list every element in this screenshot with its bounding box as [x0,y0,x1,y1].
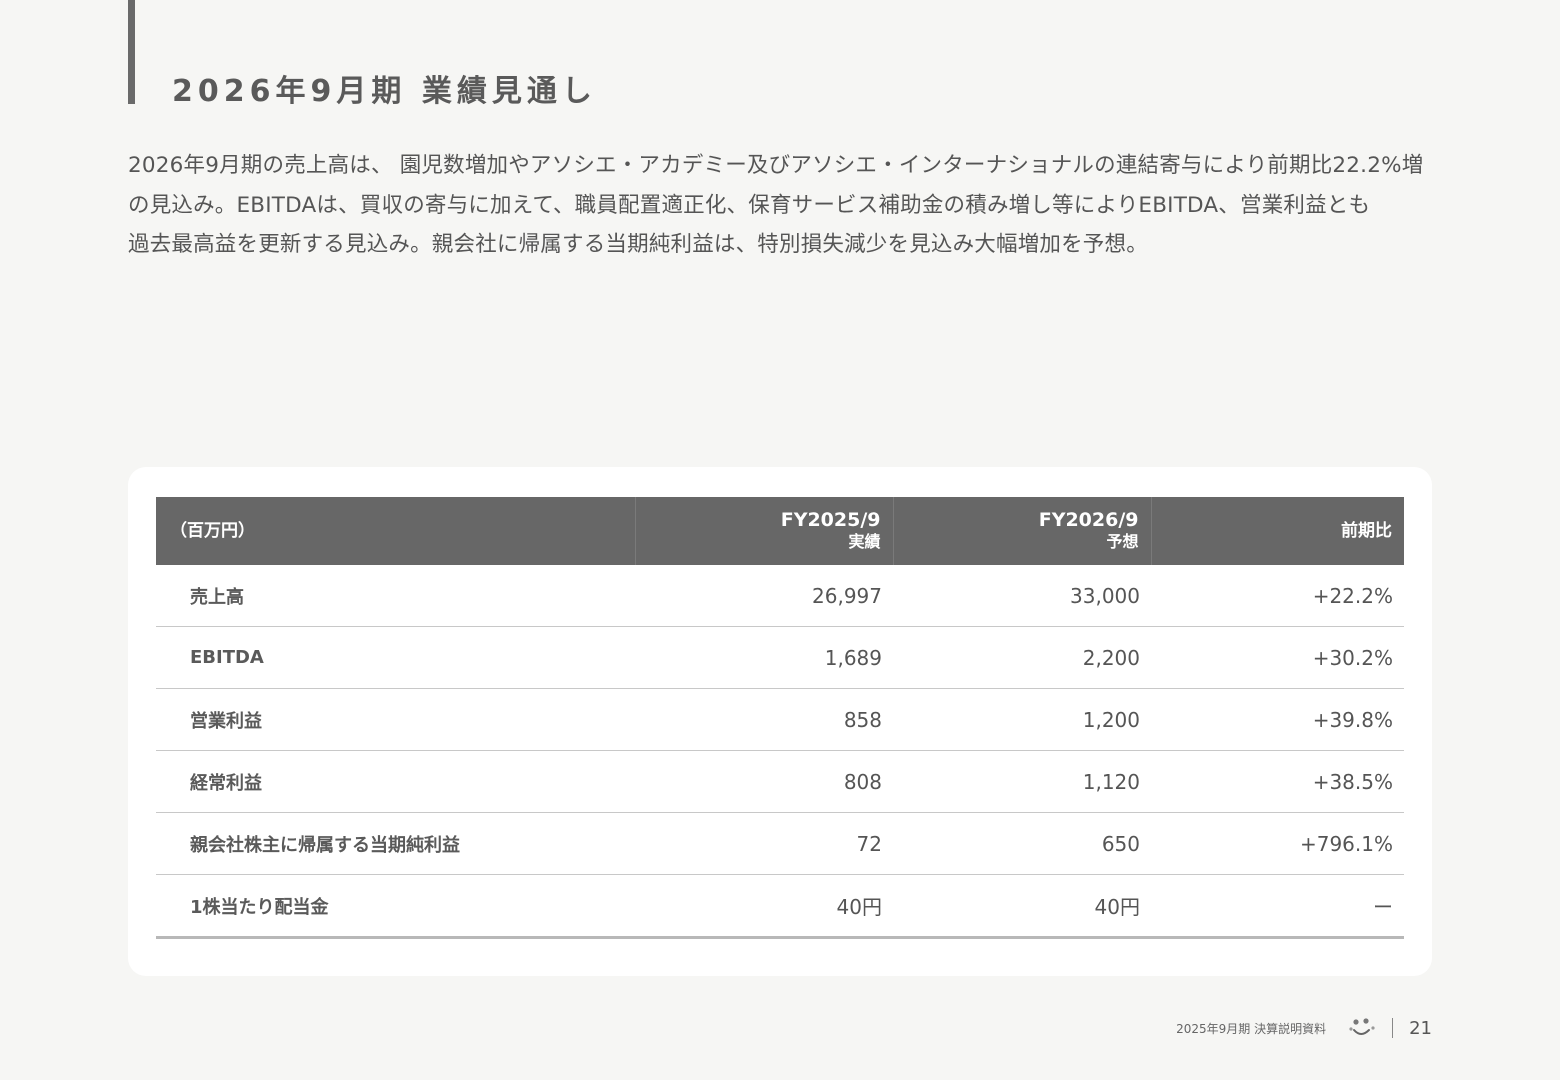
header-change: 前期比 [1150,497,1404,565]
row-fy2026-value: 33,000 [893,565,1151,627]
footer-document-title: 2025年9月期 決算説明資料 [1176,1021,1327,1036]
row-fy2025-value: 26,997 [635,565,893,627]
row-label: 営業利益 [156,688,635,751]
header-fy2025-period: FY2025/9 [780,509,881,531]
row-label: 経常利益 [156,750,635,813]
row-change-value: +22.2% [1151,565,1404,627]
table-row: EBITDA 1,689 2,200 +30.2% [156,626,1404,689]
table-row: 営業利益 858 1,200 +39.8% [156,688,1404,751]
table-row: 親会社株主に帰属する当期純利益 72 650 +796.1% [156,812,1404,875]
header-fy2025-kind: 実績 [848,532,881,551]
row-change-value: +39.8% [1151,688,1404,751]
page-title: 2026年9月期 業績見通し [172,74,597,109]
row-fy2025-value: 72 [635,812,893,875]
header-fy2026-kind: 予想 [1106,532,1139,551]
row-label: 親会社株主に帰属する当期純利益 [156,812,635,875]
row-fy2026-value: 2,200 [893,626,1151,689]
page-number: 21 [1409,1017,1432,1039]
header-fy2026-period: FY2026/9 [1038,509,1139,531]
footer-divider [1392,1018,1394,1038]
table-row: 1株当たり配当金 40円 40円 ー [156,874,1404,939]
header-fy2025: FY2025/9 実績 [634,497,893,565]
row-fy2025-value: 858 [635,688,893,751]
table-row: 経常利益 808 1,120 +38.5% [156,750,1404,813]
header-fy2026: FY2026/9 予想 [892,497,1151,565]
intro-line-1: 2026年9月期の売上高は、 園児数増加やアソシエ・アカデミー及びアソシエ・イン… [128,153,1424,178]
forecast-card: （百万円） FY2025/9 実績 FY2026/9 予想 前期比 売上高 26… [128,467,1432,976]
row-label: 1株当たり配当金 [156,874,635,939]
forecast-table: （百万円） FY2025/9 実績 FY2026/9 予想 前期比 売上高 26… [156,497,1404,939]
row-fy2026-value: 650 [893,812,1151,875]
smiling-face-logo-icon [1348,1016,1376,1040]
table-header-row: （百万円） FY2025/9 実績 FY2026/9 予想 前期比 [156,497,1404,565]
page-footer: 2025年9月期 決算説明資料 21 [1176,1014,1432,1042]
row-fy2025-value: 808 [635,750,893,813]
header-unit: （百万円） [156,497,635,565]
title-accent-bar [128,0,135,104]
row-label: 売上高 [156,565,635,627]
table-row: 売上高 26,997 33,000 +22.2% [156,565,1404,627]
row-change-value: +796.1% [1151,812,1404,875]
intro-paragraph: 2026年9月期の売上高は、 園児数増加やアソシエ・アカデミー及びアソシエ・イン… [128,146,1438,265]
row-change-value: ー [1151,874,1404,939]
row-fy2025-value: 40円 [635,874,893,939]
row-fy2026-value: 40円 [893,874,1151,939]
row-fy2026-value: 1,200 [893,688,1151,751]
row-label: EBITDA [156,626,635,689]
intro-line-2: の見込み。EBITDAは、買収の寄与に加えて、職員配置適正化、保育サービス補助金… [128,192,1371,218]
intro-line-3: 過去最高益を更新する見込み。親会社に帰属する当期純利益は、特別損失減少を見込み大… [128,232,1148,257]
row-change-value: +30.2% [1151,626,1404,689]
row-fy2026-value: 1,120 [893,750,1151,813]
row-change-value: +38.5% [1151,750,1404,813]
row-fy2025-value: 1,689 [635,626,893,689]
